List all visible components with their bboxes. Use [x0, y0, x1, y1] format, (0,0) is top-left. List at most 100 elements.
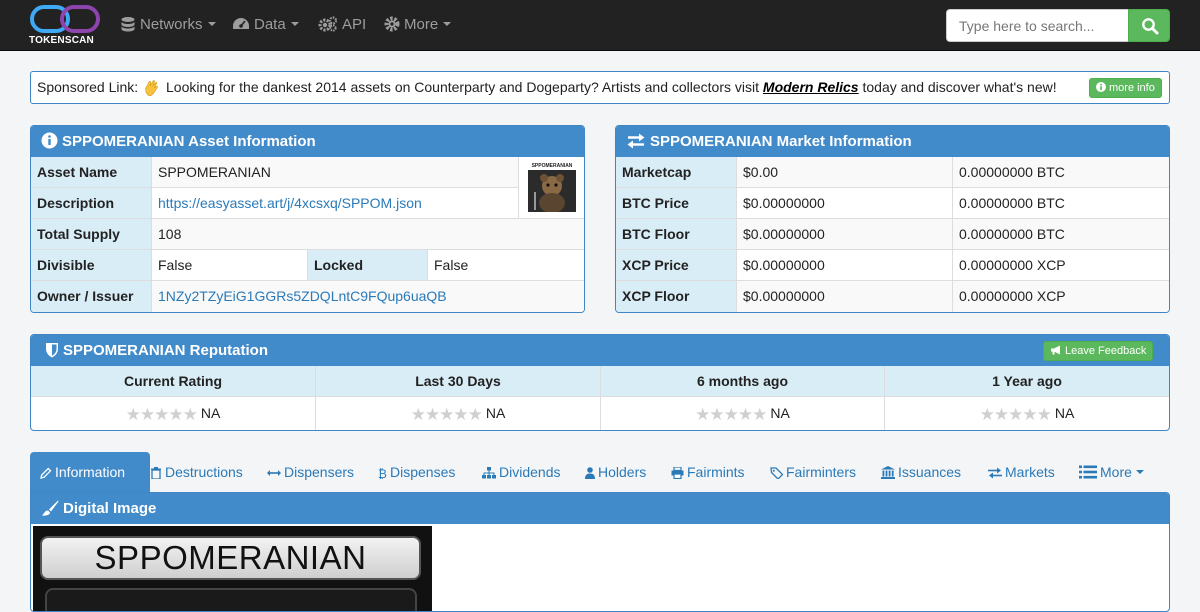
- leave-feedback-label: Leave Feedback: [1065, 345, 1147, 357]
- search-button[interactable]: [1128, 9, 1170, 42]
- btc-price-usd: $0.00000000: [737, 188, 953, 219]
- six-months-ago-column: 6 months ago ★★★★★ NA: [601, 366, 885, 430]
- tab-more[interactable]: More: [1079, 452, 1144, 493]
- tab-dividends-label: Dividends: [499, 464, 561, 480]
- search-icon: [1142, 18, 1159, 35]
- asset-name-value: SPPOMERANIAN: [152, 157, 519, 188]
- tab-issuances[interactable]: Issuances: [881, 452, 961, 493]
- chevron-down-icon: [290, 22, 299, 26]
- tab-information-label: Information: [55, 464, 126, 480]
- xcp-floor-usd: $0.00000000: [737, 281, 953, 312]
- btc-floor-btc: 0.00000000 BTC: [953, 219, 1169, 250]
- current-rating-value: ★★★★★ NA: [31, 398, 315, 429]
- digital-image-nameplate: SPPOMERANIAN: [40, 536, 421, 580]
- current-rating-column: Current Rating ★★★★★ NA: [31, 366, 316, 430]
- tokenscan-logo[interactable]: TOKENSCAN: [29, 4, 101, 48]
- modern-relics-link[interactable]: Modern Relics: [763, 79, 859, 95]
- tab-fairmints-label: Fairmints: [687, 464, 745, 480]
- dashboard-icon: [233, 18, 249, 29]
- info-circle-icon: [41, 132, 58, 149]
- tab-dispensers-label: Dispensers: [284, 464, 355, 480]
- star-rating-icon: ★★★★★: [125, 405, 198, 424]
- asset-thumbnail-cell: SPPOMERANIAN: [519, 157, 584, 219]
- marketcap-label: Marketcap: [616, 157, 737, 188]
- owner-issuer-link[interactable]: 1NZy2TZyEiG1GGRs5ZDQLntC9FQup6uaQB: [152, 281, 584, 312]
- brand-name: TOKENSCAN: [29, 35, 94, 46]
- six-months-ago-text: NA: [770, 405, 790, 421]
- digital-image-title: Digital Image: [63, 500, 157, 517]
- xcp-price-label: XCP Price: [616, 250, 737, 281]
- marketcap-btc: 0.00000000 BTC: [953, 157, 1169, 188]
- description-link[interactable]: https://easyasset.art/j/4xcsxq/SPPOM.jso…: [152, 188, 519, 219]
- chevron-down-icon: [443, 22, 452, 26]
- more-info-button[interactable]: more info: [1089, 78, 1162, 98]
- nav-networks[interactable]: Networks: [120, 15, 216, 35]
- sponsored-text-before: Looking for the dankest 2014 assets on C…: [166, 79, 760, 95]
- reputation-header: SPPOMERANIAN Reputation: [31, 335, 1169, 366]
- star-rating-icon: ★★★★★: [695, 405, 767, 424]
- nav-more[interactable]: More: [384, 15, 452, 35]
- total-supply-value: 108: [152, 219, 584, 250]
- marketcap-usd: $0.00: [737, 157, 953, 188]
- tab-fairmints[interactable]: Fairmints: [671, 452, 745, 493]
- market-information-title: SPPOMERANIAN Market Information: [650, 133, 912, 150]
- tab-destructions-label: Destructions: [165, 464, 243, 480]
- last-30-days-value: ★★★★★ NA: [316, 398, 600, 429]
- reputation-title: SPPOMERANIAN Reputation: [63, 342, 269, 359]
- exchange-icon: [988, 467, 1002, 479]
- chevron-down-icon: [207, 22, 216, 26]
- list-icon: [1079, 465, 1097, 479]
- star-rating-icon: ★★★★★: [979, 405, 1052, 424]
- tab-issuances-label: Issuances: [898, 464, 962, 480]
- one-year-ago-value: ★★★★★ NA: [885, 398, 1169, 429]
- divisible-value: False: [152, 250, 308, 281]
- nav-api[interactable]: API: [318, 15, 366, 35]
- market-information-panel: SPPOMERANIAN Market Information Marketca…: [615, 125, 1170, 313]
- logo-rings-icon: [30, 5, 100, 33]
- digital-image-artwork: [45, 588, 417, 611]
- tab-dispenses[interactable]: ₿ Dispenses: [378, 452, 455, 493]
- btc-price-label: BTC Price: [616, 188, 737, 219]
- xcp-floor-label: XCP Floor: [616, 281, 737, 312]
- digital-image[interactable]: SPPOMERANIAN: [33, 526, 432, 611]
- asset-name-label: Asset Name: [31, 157, 152, 188]
- waving-hand-icon: [145, 80, 158, 97]
- leave-feedback-button[interactable]: Leave Feedback: [1043, 341, 1154, 361]
- locked-label: Locked: [308, 250, 428, 281]
- tab-destructions[interactable]: Destructions: [150, 452, 243, 493]
- asset-information-header: SPPOMERANIAN Asset Information: [31, 126, 584, 157]
- nav-data[interactable]: Data: [232, 15, 299, 35]
- user-icon: [585, 467, 595, 479]
- nav-more-label: More: [404, 16, 439, 33]
- digital-image-panel: Digital Image SPPOMERANIAN: [30, 492, 1170, 612]
- tab-holders[interactable]: Holders: [585, 452, 646, 493]
- tab-dividends[interactable]: Dividends: [482, 452, 560, 493]
- search-input[interactable]: [946, 9, 1129, 42]
- xcp-price-usd: $0.00000000: [737, 250, 953, 281]
- star-rating-icon: ★★★★★: [410, 405, 483, 424]
- tab-markets[interactable]: Markets: [988, 452, 1055, 493]
- current-rating-title: Current Rating: [31, 366, 315, 397]
- tab-fairminters[interactable]: Fairminters: [770, 452, 856, 493]
- trash-icon: [151, 467, 161, 480]
- sponsored-text-after: today and discover what's new!: [862, 79, 1057, 95]
- bullhorn-icon: [1051, 345, 1060, 355]
- tab-markets-label: Markets: [1005, 464, 1055, 480]
- more-info-label: more info: [1109, 82, 1155, 94]
- xcp-price-xcp: 0.00000000 XCP: [953, 250, 1169, 281]
- btc-floor-usd: $0.00000000: [737, 219, 953, 250]
- current-rating-text: NA: [200, 405, 221, 421]
- owner-issuer-label: Owner / Issuer: [31, 281, 152, 312]
- bitcoin-icon: ₿: [378, 467, 387, 481]
- market-information-header: SPPOMERANIAN Market Information: [616, 126, 1169, 157]
- tab-information[interactable]: Information: [30, 452, 150, 493]
- asset-thumbnail[interactable]: SPPOMERANIAN: [528, 162, 576, 212]
- nav-networks-label: Networks: [140, 16, 203, 33]
- total-supply-label: Total Supply: [31, 219, 152, 250]
- six-months-ago-value: ★★★★★ NA: [601, 398, 884, 429]
- gear-icon: [384, 16, 400, 32]
- tab-dispensers[interactable]: Dispensers: [267, 452, 354, 493]
- nav-data-label: Data: [254, 16, 286, 33]
- description-label: Description: [31, 188, 152, 219]
- asset-tabs: Information Destructions Dispensers ₿ Dis…: [30, 452, 1170, 493]
